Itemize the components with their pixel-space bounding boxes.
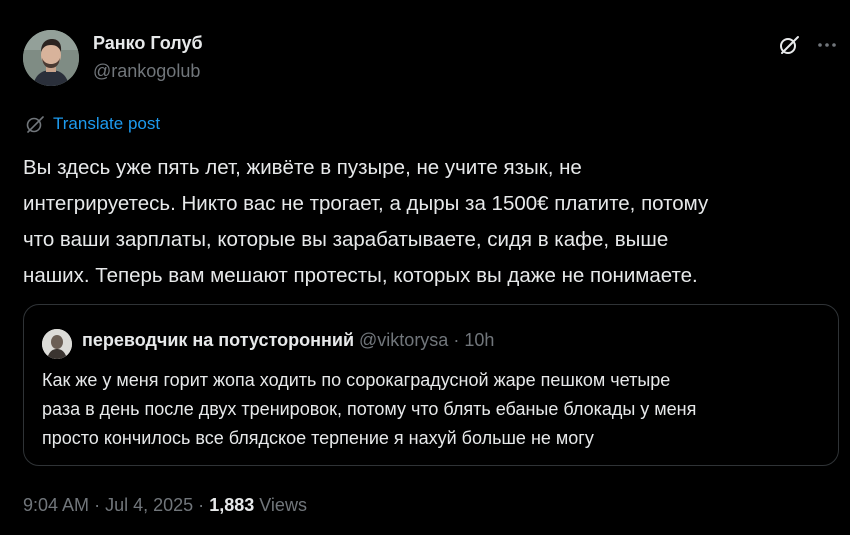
post: Ранко Голуб @rankogolub Translate post В… <box>0 0 850 535</box>
post-date[interactable]: Jul 4, 2025 <box>105 495 193 515</box>
translate-post-link[interactable]: Translate post <box>25 114 160 134</box>
quoted-post-time[interactable]: 10h <box>464 330 494 350</box>
quoted-post-header: переводчик на потусторонний @viktorysa ·… <box>82 330 494 351</box>
post-metadata: 9:04 AM · Jul 4, 2025 · 1,883 Views <box>23 495 307 516</box>
footer-separator: · <box>198 495 205 515</box>
author-display-name[interactable]: Ранко Голуб <box>93 33 203 54</box>
post-time[interactable]: 9:04 AM <box>23 495 89 515</box>
author-avatar[interactable] <box>23 30 79 86</box>
quoted-post-text: Как же у меня горит жопа ходить по сорок… <box>42 370 697 448</box>
author-avatar-image <box>23 30 79 86</box>
globe-icon <box>25 114 45 134</box>
translate-post-label: Translate post <box>53 114 161 133</box>
more-icon[interactable] <box>815 34 839 56</box>
quoted-post[interactable]: переводчик на потусторонний @viktorysa ·… <box>23 304 839 466</box>
post-text: Вы здесь уже пять лет, живёте в пузыре, … <box>23 156 709 287</box>
quoted-author-avatar-image <box>42 329 72 359</box>
quoted-author-handle[interactable]: @viktorysa <box>359 330 448 350</box>
views-label: Views <box>259 495 307 515</box>
views-count: 1,883 <box>209 495 255 515</box>
quoted-author-display-name[interactable]: переводчик на потусторонний <box>82 330 354 350</box>
grok-icon[interactable] <box>778 34 800 56</box>
footer-separator: · <box>94 495 101 515</box>
quoted-separator: · <box>453 330 460 350</box>
quoted-author-avatar[interactable] <box>42 329 72 359</box>
author-handle[interactable]: @rankogolub <box>93 61 200 82</box>
